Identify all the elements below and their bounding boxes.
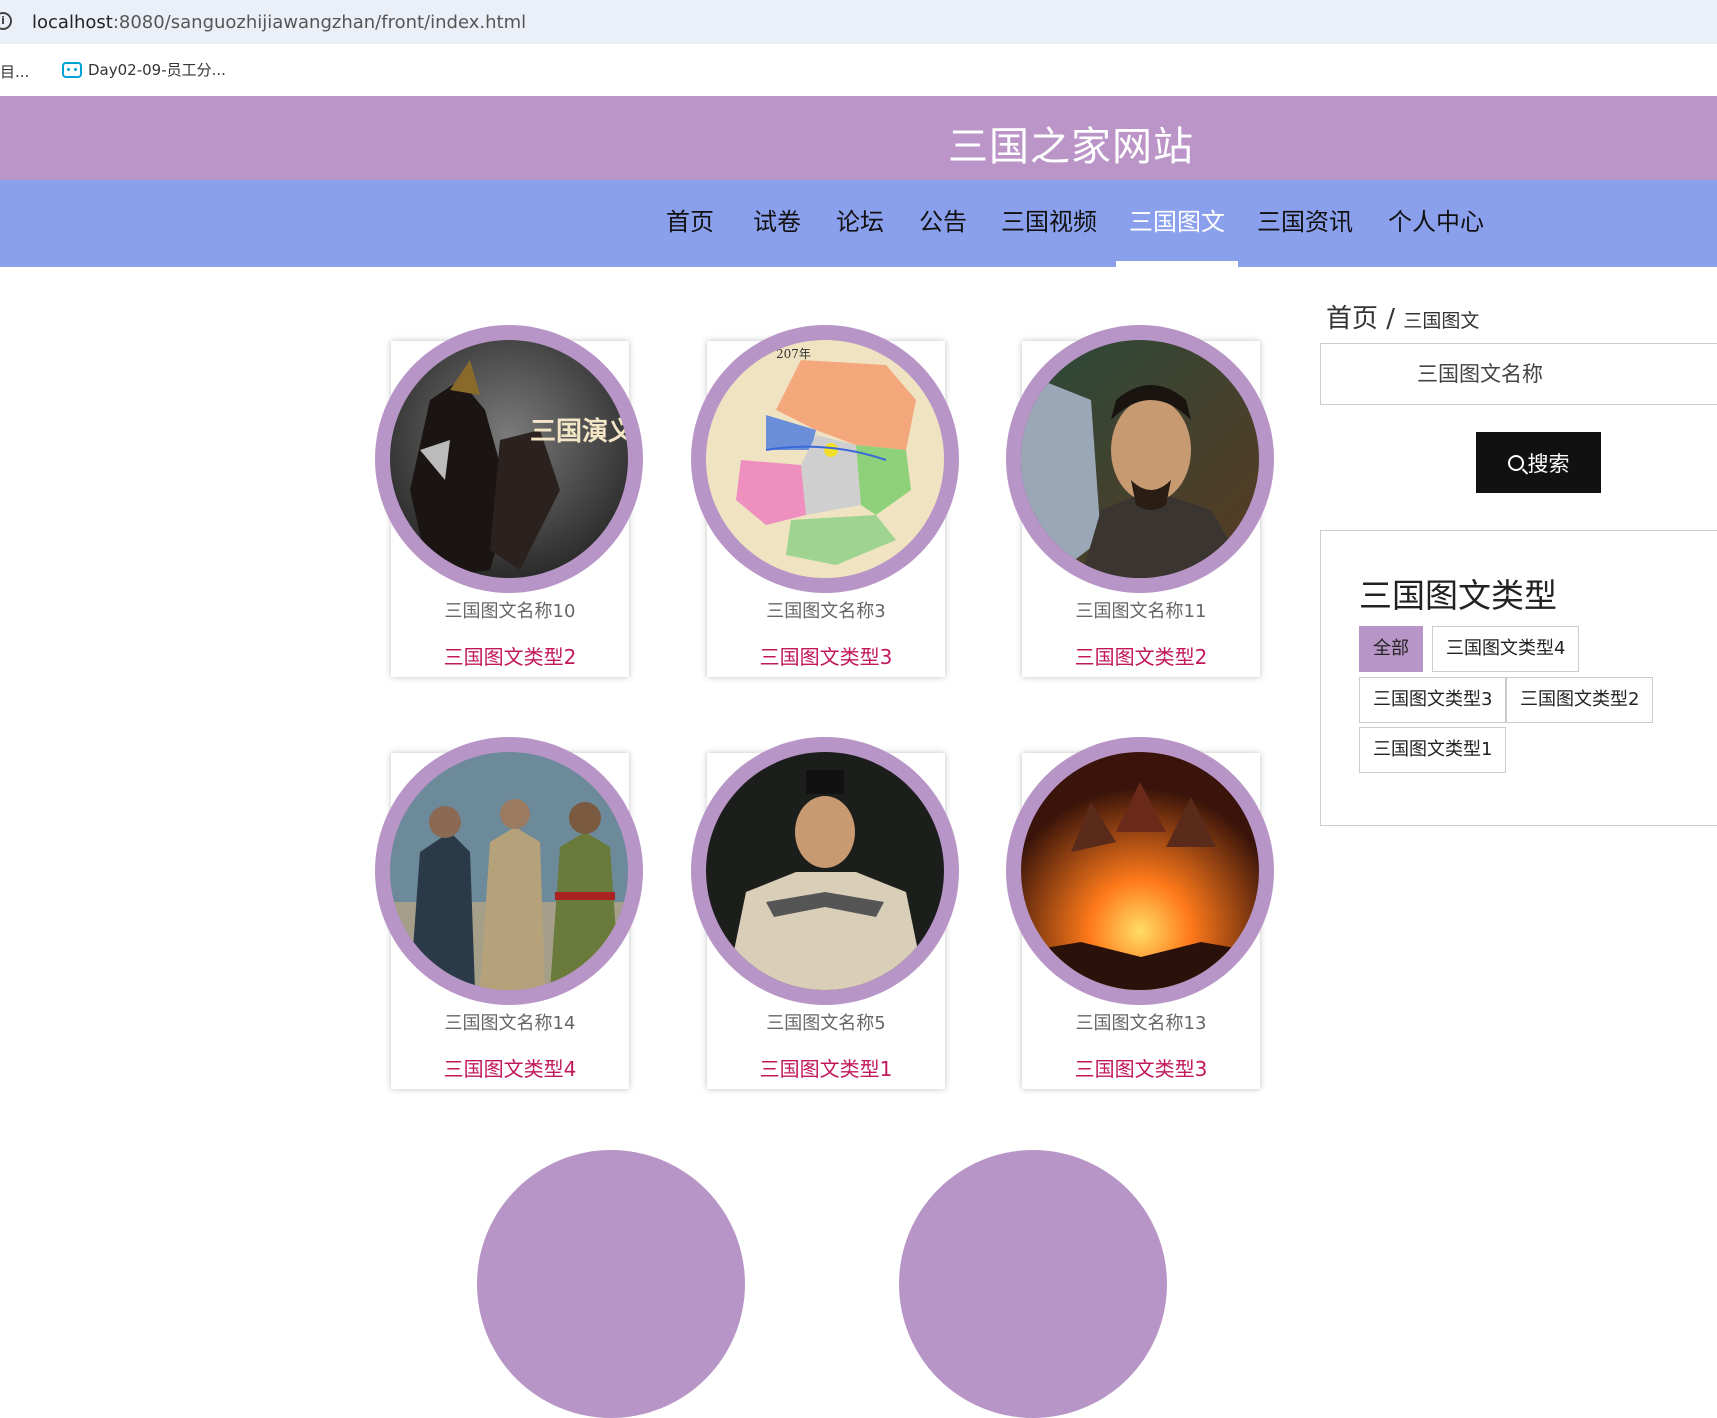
site-title: 三国之家网站 <box>948 124 1194 170</box>
bookmark-2-label: Day02-09-员工分... <box>88 61 226 79</box>
nav-forum[interactable]: 论坛 <box>823 202 897 267</box>
card-type[interactable]: 三国图文类型2 <box>391 641 629 670</box>
address-url[interactable]: localhost:8080/sanguozhijiawangzhan/fron… <box>32 12 526 33</box>
bookmarks-bar: 目... Day02-09-员工分... <box>0 44 1717 96</box>
card-image-frame[interactable] <box>1006 737 1274 1005</box>
article-card[interactable]: 三国演义 三国图文名称10 三国图文类型2 <box>375 325 643 677</box>
nav-video[interactable]: 三国视频 <box>988 202 1110 267</box>
card-image[interactable] <box>706 752 944 990</box>
card-image-frame[interactable]: 207年 <box>691 325 959 593</box>
card-image-frame[interactable] <box>691 737 959 1005</box>
card-image[interactable]: 三国演义 <box>390 340 628 578</box>
search-button-label: 搜索 <box>1527 451 1570 476</box>
map-year-label: 207年 <box>776 347 811 361</box>
card-name: 三国图文名称14 <box>444 1013 576 1034</box>
nav-exam[interactable]: 试卷 <box>740 202 814 267</box>
nav-personal[interactable]: 个人中心 <box>1375 202 1497 267</box>
type-filter-title: 三国图文类型 <box>1359 576 1557 615</box>
article-card[interactable]: 三国图文名称14 三国图文类型4 <box>375 737 643 1089</box>
tag-type2[interactable]: 三国图文类型2 <box>1506 677 1654 723</box>
search-input[interactable]: 三国图文名称 <box>1320 343 1717 405</box>
article-card[interactable]: 207年 三国图文名称3 三国图文类型3 <box>691 325 959 677</box>
card-type[interactable]: 三国图文类型3 <box>1022 1053 1260 1082</box>
tag-type4[interactable]: 三国图文类型4 <box>1432 626 1580 672</box>
card-image[interactable] <box>1021 340 1259 578</box>
card-image-frame[interactable]: 三国演义 <box>375 325 643 593</box>
site-header: 三国之家网站 <box>0 96 1717 180</box>
card-type[interactable]: 三国图文类型1 <box>707 1053 945 1082</box>
breadcrumb-separator: / <box>1386 304 1396 334</box>
tag-type3[interactable]: 三国图文类型3 <box>1359 677 1507 723</box>
main-nav: 首页 试卷 论坛 公告 三国视频 三国图文 三国资讯 个人中心 <box>0 180 1717 267</box>
type-filter-panel: 三国图文类型 全部 三国图文类型4 三国图文类型3 三国图文类型2 三国图文类型… <box>1320 530 1717 826</box>
card-name: 三国图文名称3 <box>766 601 886 622</box>
search-icon <box>1507 454 1524 471</box>
card-image-frame-partial[interactable] <box>899 1150 1167 1418</box>
breadcrumb-current: 三国图文 <box>1403 310 1480 332</box>
site-info-icon[interactable]: i <box>0 12 12 30</box>
card-name: 三国图文名称13 <box>1075 1013 1207 1034</box>
browser-address-bar[interactable]: i localhost:8080/sanguozhijiawangzhan/fr… <box>0 0 1717 44</box>
article-card[interactable]: 三国图文名称13 三国图文类型3 <box>1006 737 1274 1089</box>
card-image[interactable] <box>390 752 628 990</box>
card-image-frame[interactable] <box>375 737 643 1005</box>
article-card[interactable]: 三国图文名称11 三国图文类型2 <box>1006 325 1274 677</box>
card-image[interactable]: 207年 <box>706 340 944 578</box>
breadcrumb: 首页 / 三国图文 <box>1326 298 1479 335</box>
card-name: 三国图文名称5 <box>766 1013 886 1034</box>
breadcrumb-home[interactable]: 首页 <box>1326 304 1378 334</box>
tag-type1[interactable]: 三国图文类型1 <box>1359 727 1507 773</box>
bilibili-icon <box>62 61 82 78</box>
nav-home[interactable]: 首页 <box>653 202 727 267</box>
card-name: 三国图文名称10 <box>444 601 576 622</box>
card-name: 三国图文名称11 <box>1075 601 1207 622</box>
tag-all[interactable]: 全部 <box>1359 626 1423 672</box>
bookmark-2[interactable]: Day02-09-员工分... <box>62 59 226 80</box>
bookmark-1[interactable]: 目... <box>0 61 29 82</box>
card-type[interactable]: 三国图文类型3 <box>707 641 945 670</box>
nav-notice[interactable]: 公告 <box>906 202 980 267</box>
article-card[interactable]: 三国图文名称5 三国图文类型1 <box>691 737 959 1089</box>
card-image-frame[interactable] <box>1006 325 1274 593</box>
card-type[interactable]: 三国图文类型2 <box>1022 641 1260 670</box>
nav-news[interactable]: 三国资讯 <box>1244 202 1366 267</box>
card-image[interactable] <box>1021 752 1259 990</box>
nav-graphic[interactable]: 三国图文 <box>1116 202 1238 267</box>
card-image-caption: 三国演义 <box>530 416 628 447</box>
card-image-frame-partial[interactable] <box>477 1150 745 1418</box>
search-button[interactable]: 搜索 <box>1476 432 1601 493</box>
card-type[interactable]: 三国图文类型4 <box>391 1053 629 1082</box>
